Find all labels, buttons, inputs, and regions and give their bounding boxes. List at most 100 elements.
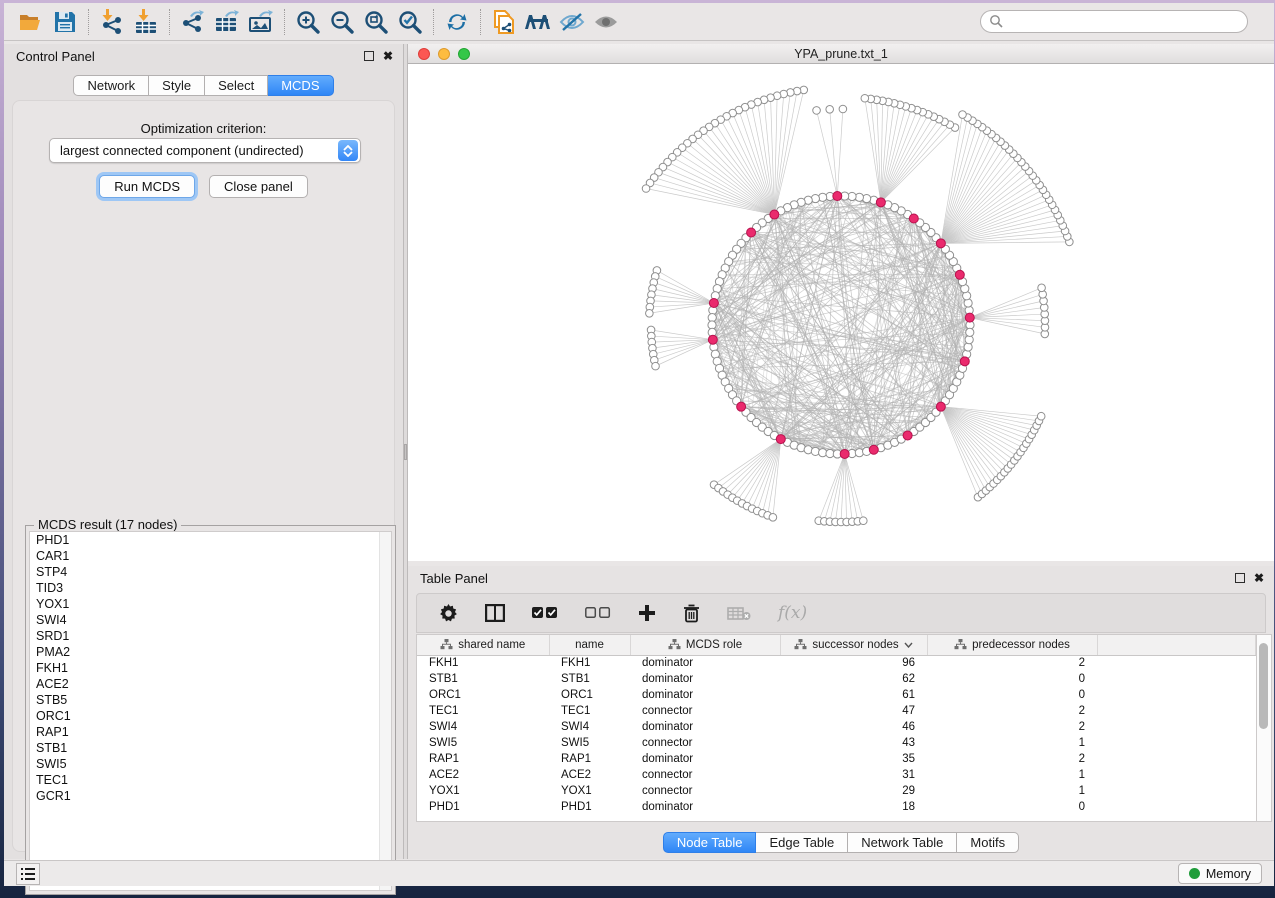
close-panel-button[interactable]: Close panel (209, 175, 308, 198)
cell-shared_name[interactable]: PHD1 (417, 799, 549, 815)
cell-successor[interactable]: 62 (780, 671, 927, 687)
tab-node-table[interactable]: Node Table (663, 832, 757, 853)
cell-successor[interactable]: 61 (780, 687, 927, 703)
table-row[interactable]: ACE2ACE2connector311 (417, 767, 1256, 783)
mcds-node[interactable]: YOX1 (30, 596, 391, 612)
mcds-node[interactable]: FKH1 (30, 660, 391, 676)
leaf-node[interactable] (1038, 284, 1046, 292)
mcds-node[interactable]: STB1 (30, 740, 391, 756)
leaf-node[interactable] (860, 517, 868, 525)
float-panel-icon[interactable] (364, 51, 374, 61)
cell-mcds_role[interactable]: connector (630, 703, 780, 719)
cell-predecessor[interactable]: 2 (927, 703, 1097, 719)
mcds-hub-node[interactable] (960, 357, 969, 366)
tab-select[interactable]: Select (205, 75, 268, 96)
cell-name[interactable]: RAP1 (549, 751, 630, 767)
mcds-result-list[interactable]: PHD1 CAR1 STP4 TID3 YOX1 SWI4 SRD1 PMA2 … (29, 531, 392, 891)
cell-predecessor[interactable]: 1 (927, 783, 1097, 799)
cell-predecessor[interactable]: 2 (927, 719, 1097, 735)
cell-name[interactable]: FKH1 (549, 655, 630, 671)
cell-name[interactable]: ORC1 (549, 687, 630, 703)
mcds-hub-node[interactable] (708, 335, 717, 344)
mcds-node[interactable]: STP4 (30, 564, 391, 580)
cell-mcds_role[interactable]: connector (630, 735, 780, 751)
scrollbar-thumb[interactable] (1259, 643, 1268, 729)
zoom-in-icon[interactable] (291, 7, 325, 37)
cell-shared_name[interactable]: ORC1 (417, 687, 549, 703)
cell-mcds_role[interactable]: dominator (630, 687, 780, 703)
cell-successor[interactable]: 18 (780, 799, 927, 815)
export-network-icon[interactable] (176, 7, 210, 37)
cell-shared_name[interactable]: YOX1 (417, 783, 549, 799)
save-session-icon[interactable] (48, 7, 82, 37)
mcds-node[interactable]: RAP1 (30, 724, 391, 740)
table-row[interactable]: ORC1ORC1dominator610 (417, 687, 1256, 703)
list-scrollbar[interactable] (379, 532, 391, 890)
network-window-titlebar[interactable]: YPA_prune.txt_1 (408, 44, 1274, 64)
import-network-icon[interactable] (95, 7, 129, 37)
leaf-node[interactable] (861, 94, 869, 102)
cell-name[interactable]: STB1 (549, 671, 630, 687)
mcds-node[interactable]: TID3 (30, 580, 391, 596)
tab-network-table[interactable]: Network Table (848, 832, 957, 853)
tab-motifs[interactable]: Motifs (957, 832, 1019, 853)
deselect-all-icon[interactable] (585, 607, 611, 620)
tab-style[interactable]: Style (149, 75, 205, 96)
table-row[interactable]: TEC1TEC1connector472 (417, 703, 1256, 719)
mcds-node[interactable]: SWI5 (30, 756, 391, 772)
mcds-hub-node[interactable] (909, 214, 918, 223)
cell-mcds_role[interactable]: dominator (630, 719, 780, 735)
cell-mcds_role[interactable]: dominator (630, 671, 780, 687)
mcds-hub-node[interactable] (833, 192, 842, 201)
cell-predecessor[interactable]: 2 (927, 751, 1097, 767)
leaf-node[interactable] (959, 111, 967, 119)
column-header-successor-nodes[interactable]: successor nodes (780, 635, 927, 655)
mcds-hub-node[interactable] (903, 431, 912, 440)
table-row[interactable]: RAP1RAP1dominator352 (417, 751, 1256, 767)
leaf-node[interactable] (646, 309, 654, 317)
mcds-hub-node[interactable] (737, 402, 746, 411)
ring-node[interactable] (966, 328, 974, 336)
column-header-predecessor-nodes[interactable]: predecessor nodes (927, 635, 1097, 655)
export-image-icon[interactable] (244, 7, 278, 37)
cell-successor[interactable]: 35 (780, 751, 927, 767)
export-table-icon[interactable] (210, 7, 244, 37)
mcds-hub-node[interactable] (955, 270, 964, 279)
cell-successor[interactable]: 96 (780, 655, 927, 671)
cell-mcds_role[interactable]: dominator (630, 799, 780, 815)
leaf-node[interactable] (769, 513, 777, 521)
cell-shared_name[interactable]: SWI5 (417, 735, 549, 751)
table-row[interactable]: SWI4SWI4dominator462 (417, 719, 1256, 735)
column-visibility-icon[interactable] (485, 604, 505, 622)
duplicate-network-icon[interactable] (487, 7, 521, 37)
zoom-out-icon[interactable] (325, 7, 359, 37)
cell-mcds_role[interactable]: dominator (630, 751, 780, 767)
cell-predecessor[interactable]: 1 (927, 735, 1097, 751)
float-panel-icon[interactable] (1235, 573, 1245, 583)
select-all-icon[interactable] (532, 607, 558, 620)
cell-name[interactable]: SWI4 (549, 719, 630, 735)
cell-predecessor[interactable]: 2 (927, 655, 1097, 671)
mcds-hub-node[interactable] (965, 313, 974, 322)
network-graph[interactable] (408, 64, 1274, 561)
mcds-node[interactable]: SRD1 (30, 628, 391, 644)
cell-predecessor[interactable]: 0 (927, 687, 1097, 703)
create-column-icon[interactable] (638, 604, 656, 622)
cell-shared_name[interactable]: STB1 (417, 671, 549, 687)
cell-name[interactable]: SWI5 (549, 735, 630, 751)
zoom-selected-icon[interactable] (393, 7, 427, 37)
cell-successor[interactable]: 31 (780, 767, 927, 783)
import-table-icon[interactable] (129, 7, 163, 37)
memory-button[interactable]: Memory (1178, 863, 1262, 884)
open-file-icon[interactable] (14, 7, 48, 37)
table-row[interactable]: FKH1FKH1dominator962 (417, 655, 1256, 671)
mcds-node[interactable]: PHD1 (30, 532, 391, 548)
cell-mcds_role[interactable]: connector (630, 767, 780, 783)
cell-mcds_role[interactable]: connector (630, 783, 780, 799)
leaf-node[interactable] (826, 105, 834, 113)
cell-predecessor[interactable]: 0 (927, 671, 1097, 687)
mcds-node[interactable]: GCR1 (30, 788, 391, 804)
mcds-node[interactable]: SWI4 (30, 612, 391, 628)
mcds-node[interactable]: CAR1 (30, 548, 391, 564)
close-panel-icon[interactable]: ✖ (383, 51, 393, 61)
